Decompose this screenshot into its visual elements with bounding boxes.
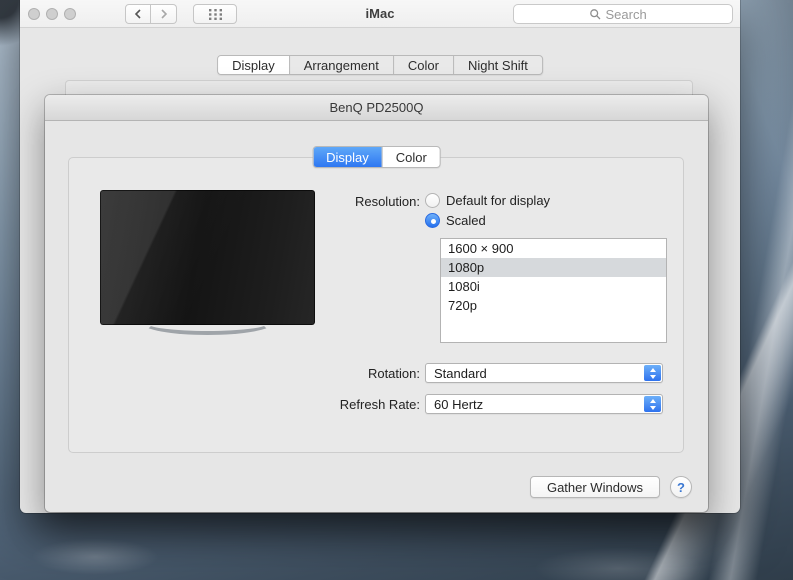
radio-label: Default for display [446,192,551,208]
desktop-wallpaper: iMac Display Arrangement Color Night Shi… [0,0,793,580]
resolution-option-selected[interactable]: 1080p [441,258,666,277]
rotation-value: Standard [434,365,487,381]
resolution-option[interactable]: 1600 × 900 [441,239,666,258]
search-field[interactable] [513,4,733,24]
tab-color[interactable]: Color [392,56,453,74]
benq-tab-color[interactable]: Color [381,147,440,167]
benq-titlebar[interactable]: BenQ PD2500Q [45,95,708,121]
tab-display[interactable]: Display [218,56,289,74]
stepper-icon [644,396,661,412]
benq-window-title: BenQ PD2500Q [329,100,424,115]
resolution-option[interactable]: 720p [441,296,666,315]
rotation-select[interactable]: Standard [425,363,663,383]
radio-default-for-display[interactable]: Default for display [425,191,550,209]
toolbar: iMac [20,0,740,28]
radio-label: Scaled [446,212,486,228]
resolution-option[interactable]: 1080i [441,277,666,296]
main-tab-bar: Display Arrangement Color Night Shift [217,55,543,75]
refresh-rate-value: 60 Hertz [434,396,484,412]
help-button[interactable]: ? [670,476,692,498]
radio-scaled[interactable]: Scaled [425,211,486,229]
radio-button-icon[interactable] [425,212,440,228]
stepper-icon [644,365,661,381]
search-input[interactable] [605,6,658,22]
resolution-listbox[interactable]: 1600 × 900 1080p 1080i 720p [440,238,667,343]
search-icon [589,8,600,19]
refresh-rate-label: Refresh Rate: [339,397,420,412]
gather-windows-button[interactable]: Gather Windows [530,476,660,498]
benq-tab-bar: Display Color [312,146,441,168]
tab-arrangement[interactable]: Arrangement [288,56,393,74]
radio-button-icon[interactable] [425,192,440,208]
rotation-label: Rotation: [367,366,420,381]
refresh-rate-select[interactable]: 60 Hertz [425,394,663,414]
benq-tab-display[interactable]: Display [313,147,382,167]
external-display-window: BenQ PD2500Q Display Color Resolution: D… [45,95,708,512]
monitor-illustration [100,190,315,325]
resolution-label: Resolution: [354,194,420,209]
tab-night-shift[interactable]: Night Shift [452,56,542,74]
